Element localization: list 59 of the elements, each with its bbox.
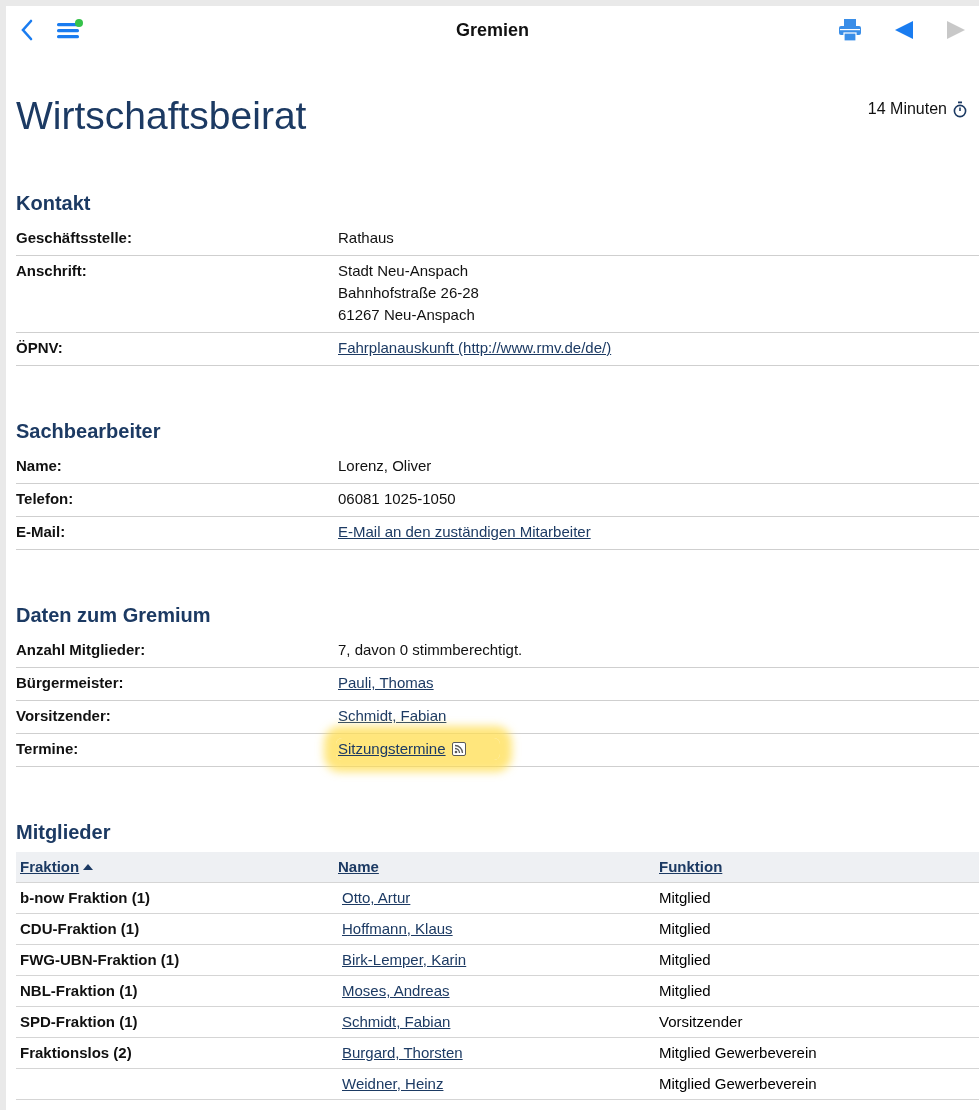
column-header[interactable]: Fraktion [20, 856, 80, 878]
member-link[interactable]: Schmidt, Fabian [342, 1012, 451, 1032]
field-label: ÖPNV: [16, 339, 64, 358]
table-cell: Mitglied Gewerbeverein [659, 1043, 817, 1063]
table-cell: Mitglied Gewerbeverein [659, 1074, 817, 1094]
member-link[interactable]: Weidner, Heinz [342, 1074, 444, 1094]
field-label: E-Mail: [16, 523, 67, 542]
table-cell: Vorsitzender [659, 1012, 743, 1032]
column-header[interactable]: Name [338, 856, 379, 878]
table-cell: Mitglied [659, 981, 711, 1001]
page-heading: Wirtschaftsbeirat [16, 94, 307, 138]
sort-up-icon [83, 864, 94, 870]
section-heading: Sachbearbeiter [16, 420, 162, 443]
link[interactable]: Fahrplanauskunft (http://www.rmv.de/de/) [338, 337, 612, 359]
table-cell: b-now Fraktion (1) [20, 888, 150, 908]
table-cell: FWG-UBN-Fraktion (1) [20, 950, 180, 970]
page-title: Gremien [456, 19, 529, 41]
link[interactable]: Sitzungstermine [338, 738, 446, 760]
table-cell: CDU-Fraktion (1) [20, 919, 140, 939]
field-value: Stadt Neu-Anspach [338, 261, 469, 281]
field-value: 06081 1025-1050 [338, 489, 456, 509]
printer-icon[interactable] [837, 17, 863, 43]
member-link[interactable]: Burgard, Thorsten [342, 1043, 463, 1063]
field-label: Telefon: [16, 490, 75, 509]
section-heading: Mitglieder [16, 821, 112, 844]
rss-icon[interactable] [451, 742, 466, 756]
field-label: Vorsitzender: [16, 707, 112, 726]
table-cell: Mitglied [659, 888, 711, 908]
link[interactable]: E-Mail an den zuständigen Mitarbeiter [338, 521, 591, 543]
menu-button[interactable] [56, 19, 84, 41]
column-header[interactable]: Funktion [659, 856, 723, 878]
field-label: Anschrift: [16, 262, 88, 281]
member-link[interactable]: Birk-Lemper, Karin [342, 950, 467, 970]
field-value: 7, davon 0 stimmberechtigt. [338, 640, 523, 660]
member-link[interactable]: Hoffmann, Klaus [342, 919, 453, 939]
member-link[interactable]: Moses, Andreas [342, 981, 450, 1001]
table-cell: SPD-Fraktion (1) [20, 1012, 138, 1032]
field-label: Name: [16, 457, 63, 476]
field-value: Lorenz, Oliver [338, 456, 432, 476]
section-heading: Kontakt [16, 192, 92, 215]
stopwatch-icon [953, 100, 967, 118]
field-value: Rathaus [338, 228, 394, 248]
table-cell: Mitglied [659, 950, 711, 970]
member-link[interactable]: Otto, Artur [342, 888, 411, 908]
link[interactable]: Pauli, Thomas [338, 672, 434, 694]
table-cell: NBL-Fraktion (1) [20, 981, 138, 1001]
section-heading: Daten zum Gremium [16, 604, 212, 627]
field-value: Bahnhofstraße 26-28 [338, 283, 479, 303]
reading-time: 14 Minuten [867, 100, 947, 118]
field-label: Anzahl Mitglieder: [16, 641, 147, 660]
field-label: Termine: [16, 740, 80, 759]
previous-button[interactable] [893, 19, 915, 41]
back-button[interactable] [20, 19, 34, 41]
table-cell: Fraktionslos (2) [20, 1043, 132, 1063]
link[interactable]: Schmidt, Fabian [338, 705, 447, 727]
field-label: Geschäftsstelle: [16, 229, 133, 248]
table-cell: Mitglied [659, 919, 711, 939]
field-label: Bürgermeister: [16, 674, 125, 693]
field-value: 61267 Neu-Anspach [338, 305, 475, 325]
